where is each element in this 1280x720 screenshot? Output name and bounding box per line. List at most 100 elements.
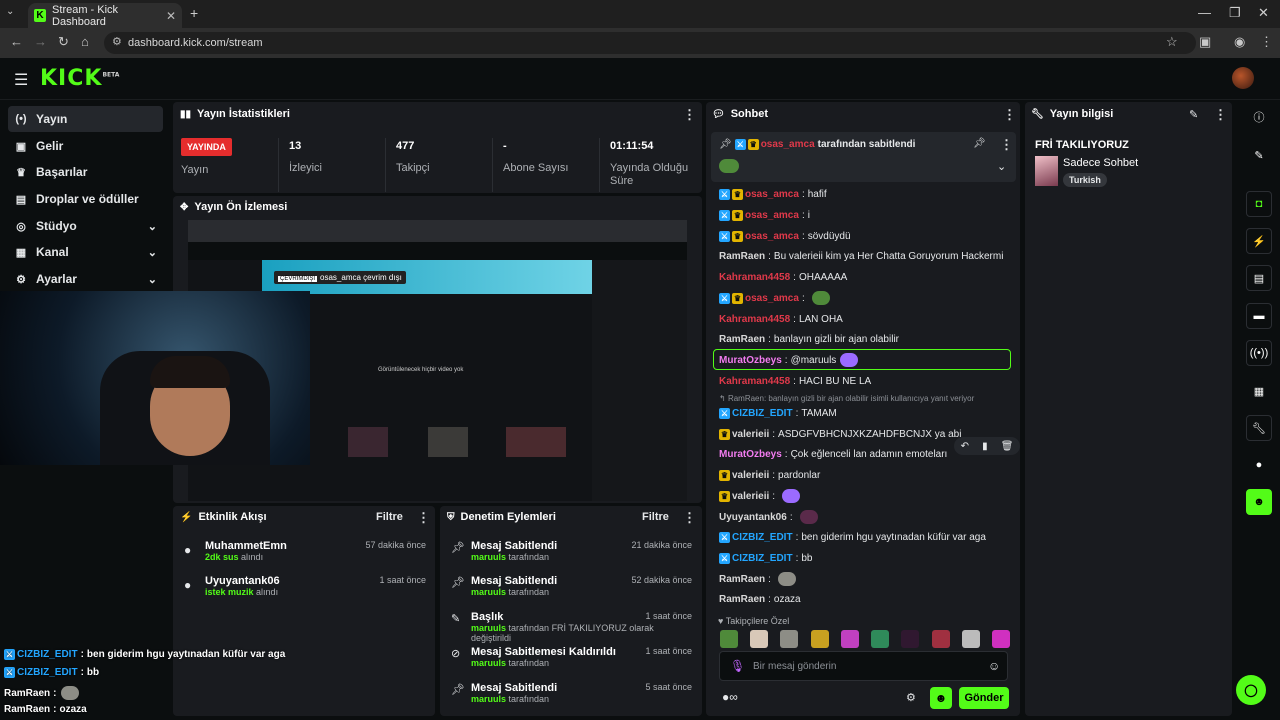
- home-icon[interactable]: ⌂: [81, 34, 89, 49]
- chat-message[interactable]: ⚔ CIZBIZ_EDIT: ben giderim hgu yaytınadan …: [719, 529, 986, 545]
- kick-points-icon[interactable]: ●: [1246, 452, 1272, 478]
- kick-bot-icon[interactable]: ☻: [930, 687, 952, 709]
- chat-message[interactable]: Kahraman4458: HACI BU NE LA: [719, 373, 871, 389]
- emote-icon[interactable]: [810, 630, 829, 648]
- hamburger-menu-icon[interactable]: ☰: [14, 70, 28, 90]
- sidebar-item-yayin[interactable]: (•) Yayın: [8, 106, 163, 132]
- chat-message[interactable]: ⚔ ♛ osas_amca: hafif: [719, 186, 827, 202]
- expand-chevron-icon[interactable]: ⌄: [997, 160, 1006, 173]
- chat-input[interactable]: 🎙︎ Bir mesaj gönderin ☺: [719, 651, 1008, 681]
- kick-bot-icon[interactable]: ☻: [1246, 489, 1272, 515]
- forward-icon[interactable]: →: [34, 34, 47, 49]
- reload-icon[interactable]: ↻: [58, 34, 69, 50]
- wrench-icon[interactable]: 🔧︎: [1246, 415, 1272, 441]
- sidebar-item-gelir[interactable]: ▣ Gelir: [8, 133, 163, 159]
- chat-message[interactable]: Kahraman4458: OHAAAAA: [719, 269, 847, 285]
- edit-icon[interactable]: ✎: [1246, 142, 1272, 168]
- support-chat-icon[interactable]: ◯: [1236, 675, 1266, 705]
- kick-logo[interactable]: KICKBETA: [40, 66, 119, 91]
- chat-username[interactable]: MuratOzbeys: [719, 449, 782, 460]
- pinned-menu-icon[interactable]: ⋮: [1000, 137, 1013, 153]
- pin-icon[interactable]: ▮: [982, 441, 988, 452]
- emote-icon[interactable]: [720, 630, 738, 648]
- chat-username[interactable]: valerieii: [732, 491, 769, 502]
- chat-username[interactable]: osas_amca: [745, 293, 799, 304]
- chat-message[interactable]: ⚔ CIZBIZ_EDIT: TAMAM: [719, 405, 837, 421]
- tab-search-icon[interactable]: ⌄: [6, 6, 14, 17]
- chat-username[interactable]: RamRaen: [719, 574, 765, 585]
- profile-icon[interactable]: ◉: [1234, 34, 1245, 50]
- chat-icon[interactable]: ▬: [1246, 303, 1272, 329]
- new-tab-button[interactable]: +: [190, 5, 198, 21]
- extensions-icon[interactable]: ▣: [1199, 34, 1211, 50]
- chat-username[interactable]: Uyuyantank06: [719, 512, 787, 523]
- stats-menu-icon[interactable]: ⋮: [683, 107, 696, 123]
- emote-icon[interactable]: [901, 630, 920, 648]
- chat-message[interactable]: RamRaen:: [719, 571, 796, 587]
- sidebar-item-basarilar[interactable]: ♛ Başarılar: [8, 159, 163, 185]
- browser-menu-icon[interactable]: ⋮: [1260, 34, 1273, 50]
- layout-icon[interactable]: ▦: [1246, 378, 1272, 404]
- focus-icon[interactable]: ◘: [1246, 191, 1272, 217]
- chat-message[interactable]: ⚔ CIZBIZ_EDIT: bb: [719, 550, 812, 566]
- site-info-icon[interactable]: ⚙: [112, 35, 122, 48]
- chat-username[interactable]: osas_amca: [745, 231, 799, 242]
- user-avatar[interactable]: [1232, 67, 1254, 89]
- chat-username[interactable]: CIZBIZ_EDIT: [732, 553, 793, 564]
- chat-message[interactable]: Uyuyantank06:: [719, 509, 818, 525]
- chat-username[interactable]: Kahraman4458: [719, 272, 790, 283]
- sidebar-item-studyo[interactable]: ◎ Stüdyo ⌄: [8, 213, 163, 239]
- bookmark-star-icon[interactable]: ☆: [1166, 34, 1178, 50]
- microphone-icon[interactable]: 🎙︎: [730, 659, 745, 673]
- sidebar-item-ayarlar[interactable]: ⚙ Ayarlar ⌄: [8, 266, 163, 292]
- chat-message[interactable]: ⚔ ♛ osas_amca:: [719, 290, 830, 306]
- back-icon[interactable]: ←: [10, 34, 23, 49]
- chat-message[interactable]: ♛ valerieii: pardonlar: [719, 467, 820, 483]
- chat-username[interactable]: CIZBIZ_EDIT: [732, 408, 793, 419]
- emote-icon[interactable]: [961, 630, 980, 648]
- chat-username[interactable]: Kahraman4458: [719, 314, 790, 325]
- chat-menu-icon[interactable]: ⋮: [1003, 107, 1016, 123]
- send-button[interactable]: Gönder: [959, 687, 1009, 709]
- chat-message[interactable]: MuratOzbeys: Çok eğlenceli lan adamın emo…: [719, 446, 947, 462]
- sidebar-item-droplar[interactable]: ▤ Droplar ve ödüller: [8, 186, 163, 212]
- minimize-icon[interactable]: —: [1198, 5, 1211, 20]
- chat-message[interactable]: ⚔ ♛ osas_amca: sövdüydü: [719, 228, 851, 244]
- window-close-icon[interactable]: ✕: [1258, 5, 1269, 21]
- reply-icon[interactable]: ↶: [961, 441, 969, 452]
- close-tab-icon[interactable]: ✕: [166, 9, 176, 23]
- sidebar-item-kanal[interactable]: ▦ Kanal ⌄: [8, 239, 163, 265]
- chat-username[interactable]: RamRaen: [719, 251, 765, 262]
- chat-username[interactable]: osas_amca: [745, 210, 799, 221]
- info-icon[interactable]: ⓘ: [1246, 104, 1272, 130]
- emoji-icon[interactable]: ☺: [988, 659, 1000, 673]
- chat-message[interactable]: ♛ valerieii: ASDGFVBHCNJXKZAHDFBCNJX ya ab…: [719, 426, 961, 442]
- emote-icon[interactable]: [991, 630, 1010, 648]
- chat-message[interactable]: ⚔ ♛ osas_amca: i: [719, 207, 810, 223]
- document-icon[interactable]: ▤: [1246, 265, 1272, 291]
- chat-username[interactable]: osas_amca: [745, 189, 799, 200]
- chat-username[interactable]: RamRaen: [719, 594, 765, 605]
- unpin-button[interactable]: 📌︎: [973, 138, 986, 149]
- emote-icon[interactable]: [750, 630, 769, 648]
- chat-username[interactable]: Kahraman4458: [719, 376, 790, 387]
- chat-message[interactable]: RamRaen: banlayın gizli bir ajan olabilir: [719, 331, 899, 347]
- maximize-icon[interactable]: ❐: [1229, 5, 1241, 21]
- chat-username[interactable]: CIZBIZ_EDIT: [732, 532, 793, 543]
- kick-points-icon[interactable]: ●∞: [722, 690, 738, 704]
- stream-info-menu-icon[interactable]: ⋮: [1214, 107, 1227, 123]
- edit-icon[interactable]: ✎: [1189, 108, 1198, 121]
- moderation-menu-icon[interactable]: ⋮: [683, 510, 696, 526]
- emote-icon[interactable]: [871, 630, 890, 648]
- broadcast-icon[interactable]: ((•)): [1246, 340, 1272, 366]
- delete-icon[interactable]: 🗑︎: [1001, 441, 1014, 452]
- chat-message[interactable]: RamRaen: ozaza: [719, 591, 801, 607]
- emote-icon[interactable]: [840, 630, 859, 648]
- url-field[interactable]: ⚙ dashboard.kick.com/stream: [104, 32, 1196, 54]
- emote-icon[interactable]: [931, 630, 950, 648]
- moderation-filter-button[interactable]: Filtre: [642, 511, 669, 523]
- activity-filter-button[interactable]: Filtre: [376, 511, 403, 523]
- chat-message[interactable]: ♛ valerieii:: [719, 488, 801, 504]
- chat-settings-icon[interactable]: ⚙: [906, 691, 916, 704]
- browser-tab[interactable]: K Stream - Kick Dashboard ✕: [28, 3, 182, 28]
